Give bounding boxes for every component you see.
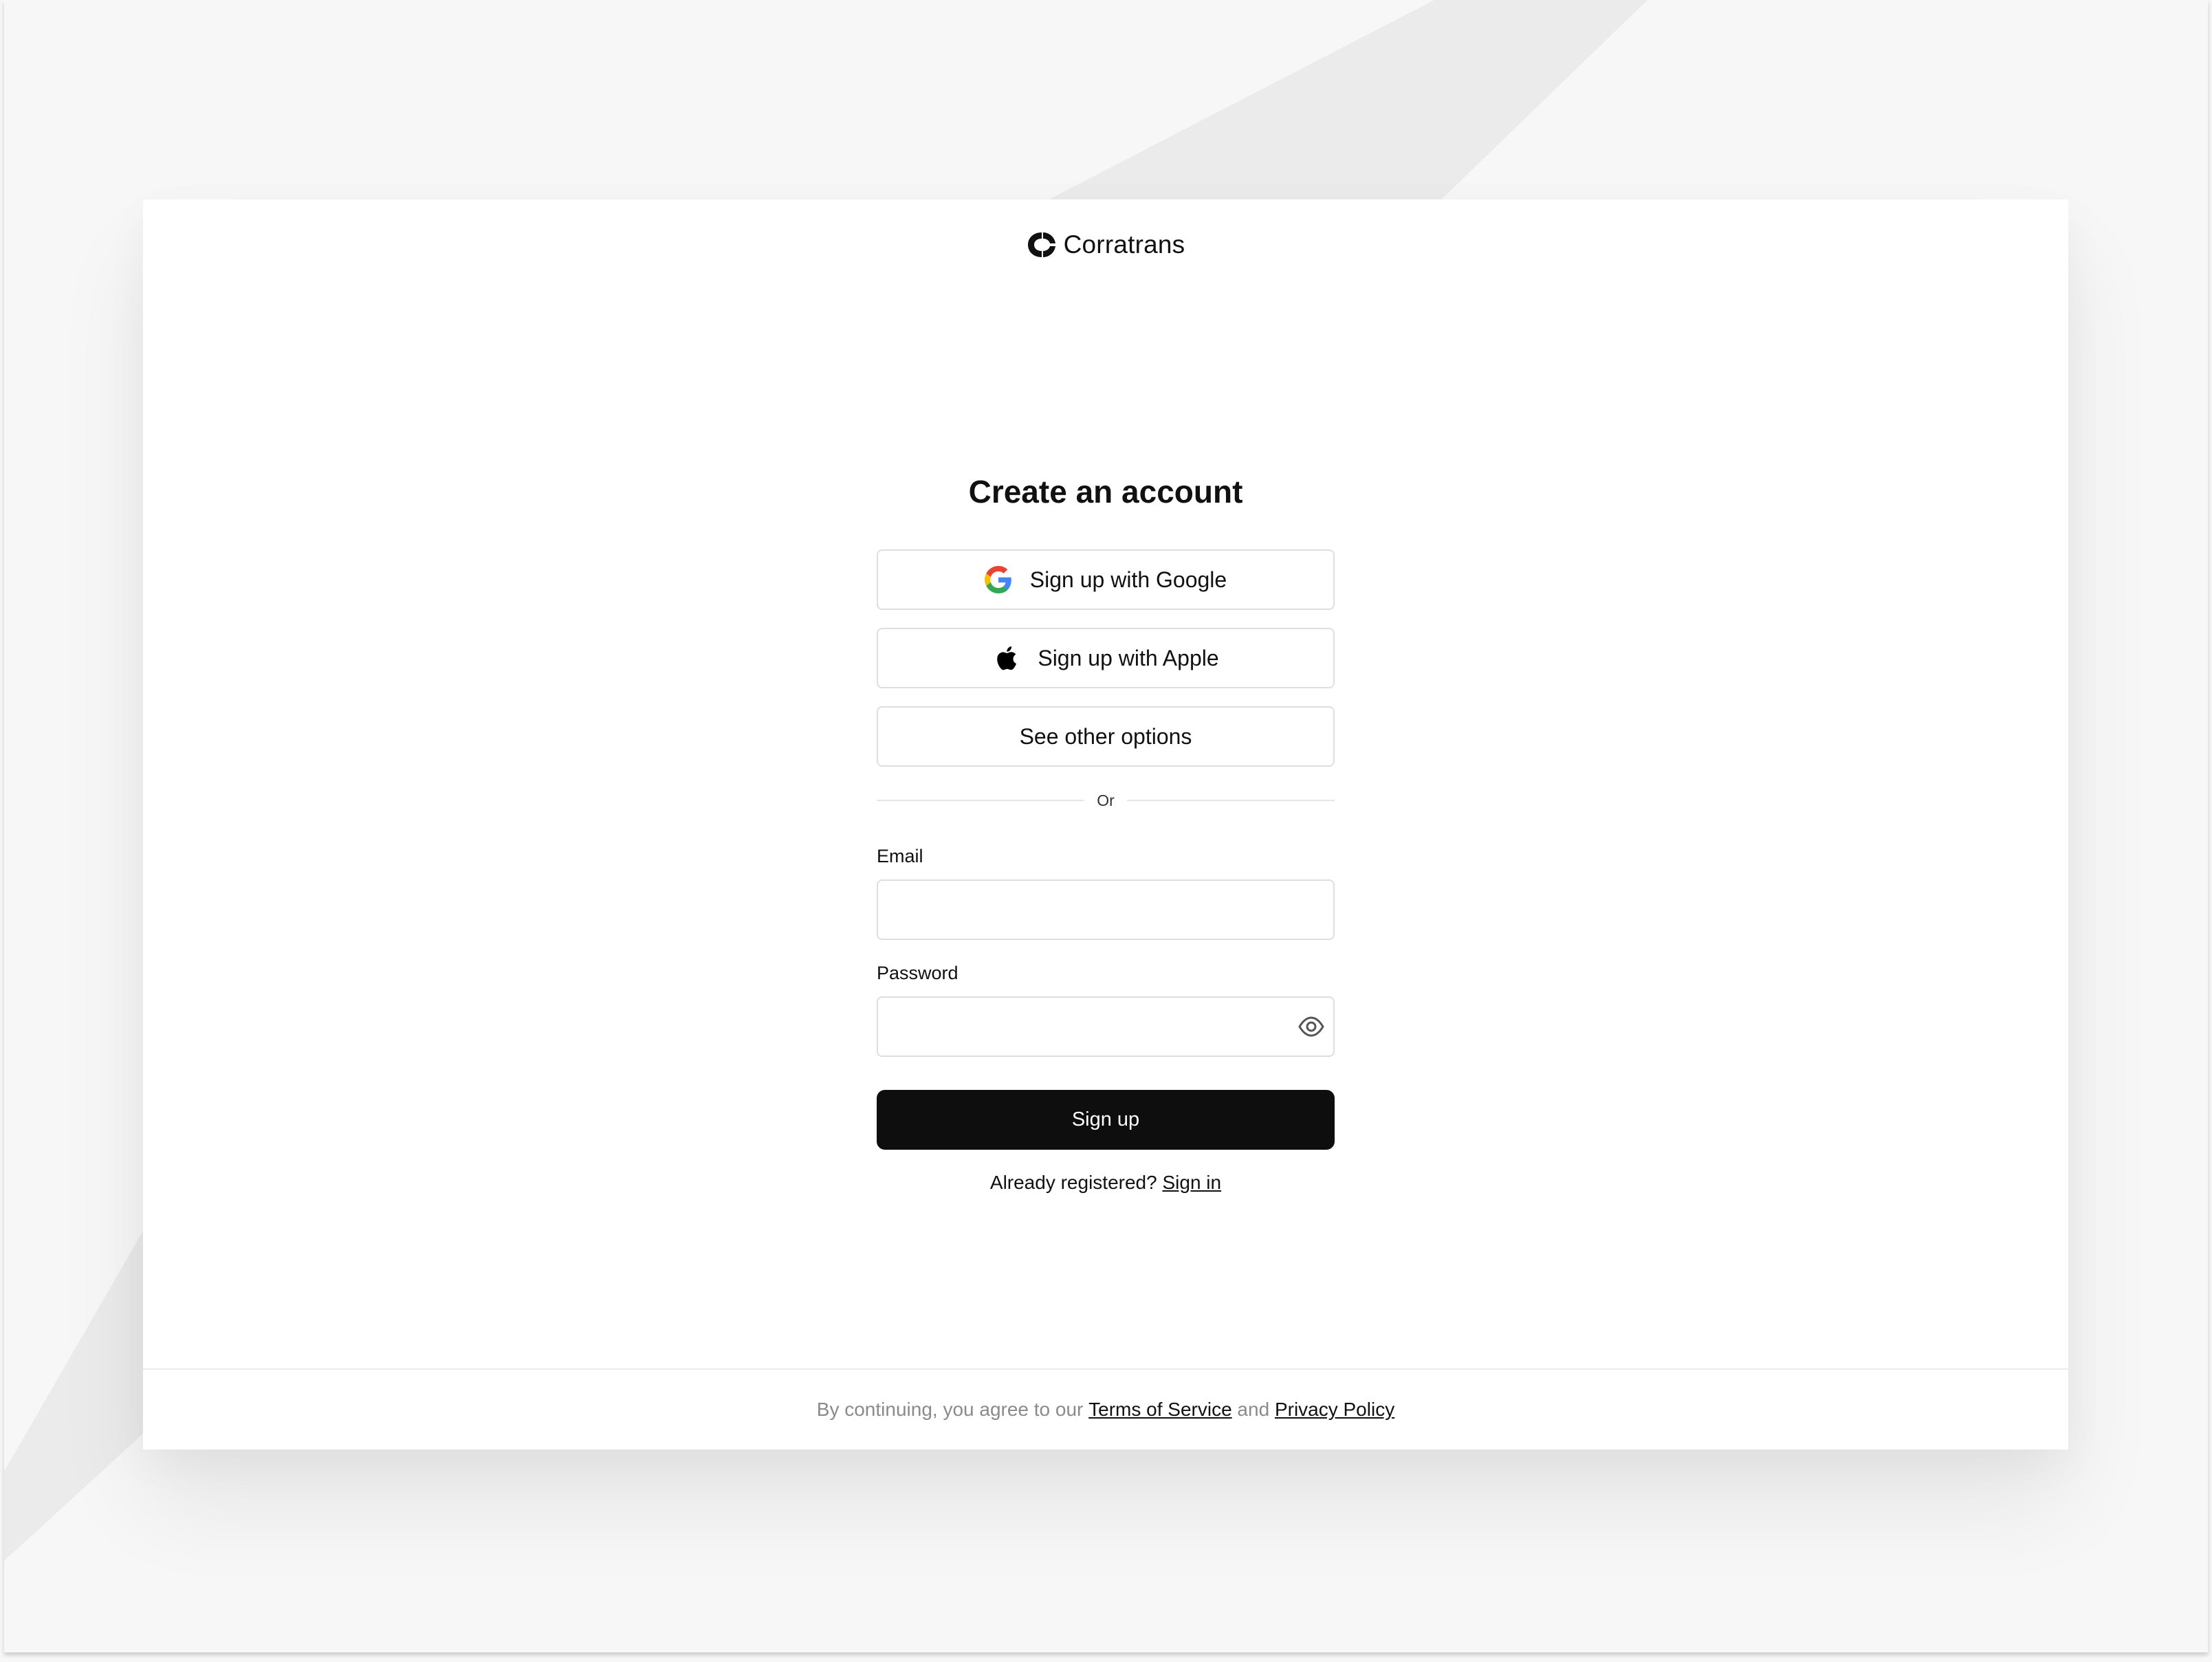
divider-label: Or [1097,791,1115,809]
google-icon [984,566,1011,593]
apple-signup-label: Sign up with Apple [1038,645,1219,670]
signup-card: Corratrans Create an account Sign up wit… [143,199,2068,1450]
page-title: Create an account [968,474,1243,510]
or-divider: Or [877,791,1335,810]
divider-line-left [877,800,1085,801]
google-signup-button[interactable]: Sign up with Google [877,549,1335,610]
divider-line-right [1126,800,1335,801]
legal-footer: By continuing, you agree to our Terms of… [143,1368,2068,1450]
password-field[interactable] [877,996,1335,1057]
already-registered-prefix: Already registered? [989,1172,1163,1193]
apple-icon [997,646,1017,670]
other-options-button[interactable]: See other options [877,706,1335,767]
password-label: Password [877,963,959,983]
sign-in-link[interactable]: Sign in [1162,1172,1221,1193]
footer-and: and [1231,1399,1275,1420]
footer-prefix: By continuing, you agree to our [816,1399,1089,1420]
terms-of-service-link[interactable]: Terms of Service [1088,1399,1232,1421]
apple-signup-button[interactable]: Sign up with Apple [877,628,1335,688]
brand-name: Corratrans [1063,230,1185,259]
email-label: Email [877,846,923,866]
page-backdrop: Corratrans Create an account Sign up wit… [0,0,2212,1662]
signup-submit-label: Sign up [1071,1108,1140,1130]
corratrans-logo-icon [1027,232,1055,257]
already-registered-text: Already registered? Sign in [877,1172,1335,1194]
signup-submit-button[interactable]: Sign up [877,1090,1335,1150]
brand-header: Corratrans [143,224,2068,265]
show-password-eye-icon[interactable] [1297,1015,1325,1038]
email-field[interactable] [877,879,1335,940]
privacy-policy-link[interactable]: Privacy Policy [1275,1399,1394,1421]
other-options-label: See other options [1019,723,1192,749]
google-signup-label: Sign up with Google [1029,567,1227,592]
